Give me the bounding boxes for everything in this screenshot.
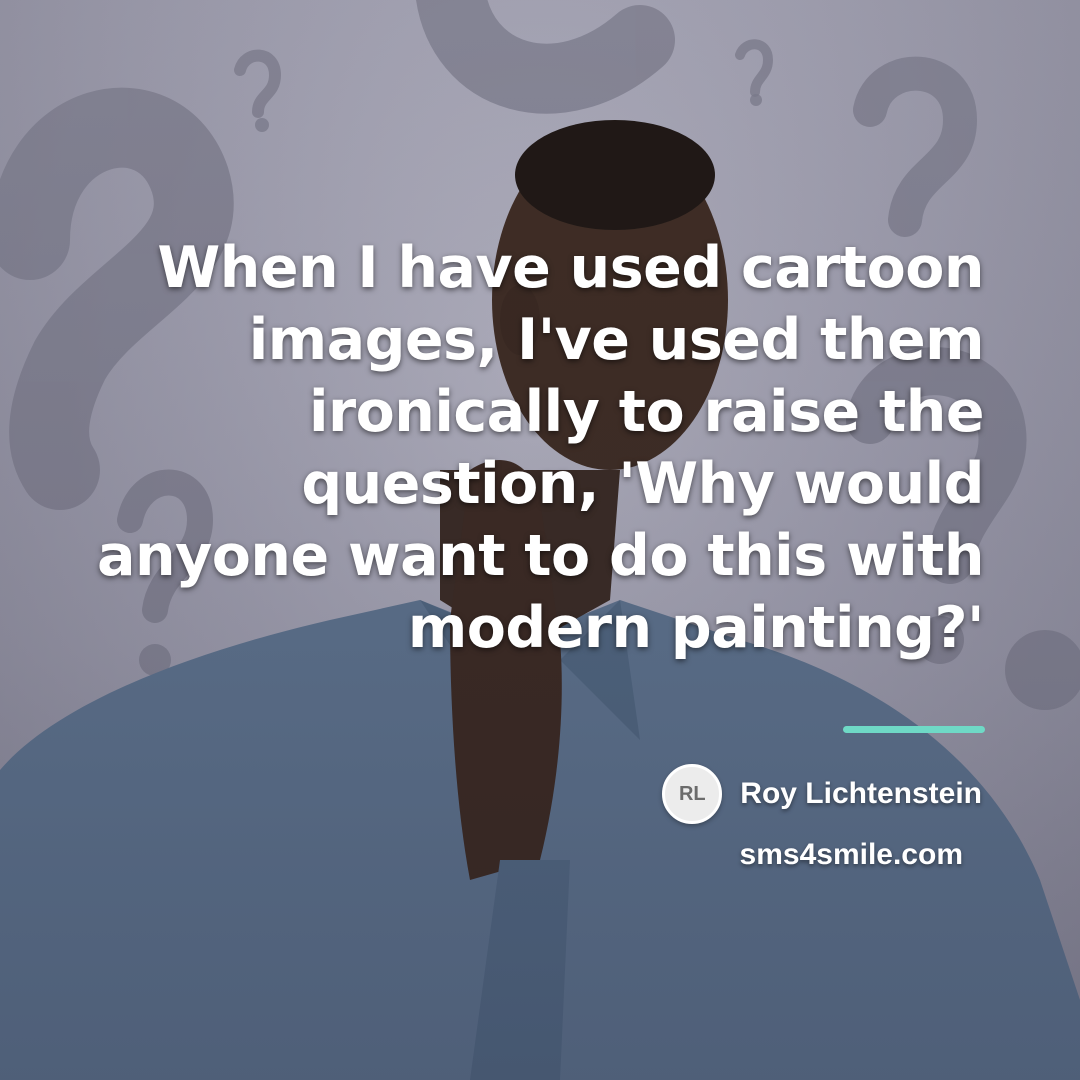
quote-line: question, 'Why would [301,451,984,517]
site-watermark: sms4smile.com [739,838,963,871]
quote-line: When I have used cartoon [157,235,984,301]
quote-line: anyone want to do this with [97,523,984,589]
author-avatar: RL [662,764,723,824]
quote-line: ironically to raise the [308,379,985,445]
author-name: Roy Lichtenstein [740,777,982,810]
author-row: RL Roy Lichtenstein [662,764,982,824]
quote-line: images, I've used them [248,307,985,373]
quote-card: When I have used cartoon images, I've us… [0,0,1080,1080]
accent-divider [843,726,985,733]
quote-text: When I have used cartoon images, I've us… [84,232,984,664]
quote-line: modern painting?' [407,595,985,661]
